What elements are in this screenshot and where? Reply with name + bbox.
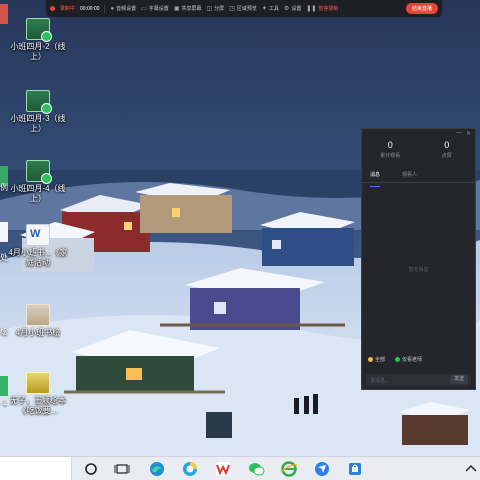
screen-icon: ▣ — [173, 6, 180, 12]
edge-browser-icon[interactable] — [148, 460, 166, 478]
tools-icon: ✦ — [261, 6, 267, 12]
tab-messages[interactable]: 消息 — [370, 171, 381, 187]
caption-icon: ▭ — [141, 6, 147, 12]
desktop-icon-doc-april[interactable]: 4月小班书...《家庭活动 — [6, 224, 70, 268]
wechat-icon[interactable] — [247, 460, 265, 478]
stat-total-views: 0 累计观看 — [362, 139, 419, 167]
settings-button[interactable]: ⚙ 设置 — [284, 5, 301, 12]
split-icon: ◫ — [206, 6, 213, 12]
panel-stats: 0 累计观看 0 点赞 — [362, 139, 475, 167]
rec-item-label: 暂停录制 — [318, 6, 339, 12]
rec-item-label: 工具 — [268, 6, 279, 12]
feishu-icon[interactable] — [313, 460, 331, 478]
filter-all-option[interactable]: 全部 — [368, 356, 385, 363]
radio-icon — [368, 357, 373, 362]
recording-dot-icon — [50, 6, 55, 11]
desktop-icon-pic-april[interactable]: 4月小班书绘 — [6, 304, 70, 338]
region-icon: ◳ — [229, 6, 235, 12]
recording-toolbar: 录制中 00:00:00 ● 音频设置 ▭ 字幕设置 ▣ 共享屏幕 ◫ 分屏 ◳ 区域预览… — [46, 0, 442, 17]
desktop-icon-wechat-shot-4[interactable]: 小班四月-4（线上） — [6, 160, 70, 204]
desktop-icon-label: 小班四月-2（线上） — [10, 42, 66, 61]
share-screen-button[interactable]: ▣ 共享屏幕 — [174, 5, 202, 12]
live-chat-panel: — ✕ 0 累计观看 0 点赞 消息 观看人 暂无消息 全部 仅看老师 发消息.… — [361, 128, 476, 390]
desktop-icon-wechat-shot-3[interactable]: 小班四月-3（线上） — [6, 90, 70, 134]
image-file-icon — [26, 372, 50, 394]
desktop-icon-label: 小班四月-3（线上） — [10, 114, 66, 133]
app-store-icon[interactable] — [346, 460, 364, 478]
chevron-up-icon[interactable] — [462, 460, 480, 478]
taskbar — [0, 456, 480, 480]
image-file-icon — [26, 304, 50, 326]
gear-icon: ⚙ — [283, 6, 290, 12]
empty-messages-text: 暂无消息 — [408, 267, 429, 273]
caption-settings-button[interactable]: ▭ 字幕设置 — [141, 5, 169, 12]
screenshot-icon — [26, 160, 52, 184]
audio-settings-button[interactable]: ● 音频设置 — [110, 5, 137, 13]
rec-item-label: 设置 — [291, 6, 302, 12]
desktop-icon-wechat-shot-2[interactable]: 小班四月-2（线上） — [6, 18, 70, 62]
rec-item-label: 分屏 — [214, 6, 225, 12]
desktop-icon-label: 无子，王颖绘本《吃饭要... — [10, 396, 66, 415]
cortana-icon[interactable] — [82, 460, 100, 478]
desktop-icon-label: 小班四月-4（线上） — [10, 184, 66, 203]
send-button[interactable]: 发送 — [449, 375, 468, 384]
word-doc-icon — [26, 224, 50, 246]
rec-item-label: 音频设置 — [116, 6, 137, 12]
filter-teacher-option[interactable]: 仅看老师 — [395, 356, 422, 363]
message-input-placeholder: 发消息... — [370, 378, 390, 384]
minimize-icon[interactable]: — — [456, 130, 462, 138]
task-view-icon[interactable] — [113, 460, 131, 478]
rec-item-label: 字幕设置 — [148, 6, 169, 12]
screenshot-icon — [26, 18, 52, 42]
panel-window-controls: — ✕ — [362, 129, 475, 139]
recording-status: 录制中 — [60, 6, 76, 12]
pause-icon: ❚❚ — [306, 6, 317, 12]
mic-icon: ● — [110, 5, 115, 12]
end-live-button[interactable]: 结束直播 — [405, 3, 438, 14]
tab-viewers[interactable]: 观看人 — [402, 171, 417, 182]
ie-browser-icon[interactable] — [280, 460, 298, 478]
stat-value: 0 — [387, 140, 393, 150]
radio-icon — [395, 357, 401, 362]
desktop-icon-label: 4月小班书绘 — [15, 328, 61, 337]
rec-item-label: 区域预览 — [236, 6, 257, 12]
stat-likes: 0 点赞 — [419, 139, 476, 167]
rec-item-label: 共享屏幕 — [181, 6, 202, 12]
region-preview-button[interactable]: ◳ 区域预览 — [229, 5, 257, 12]
taskbar-search-box[interactable] — [0, 457, 72, 480]
stat-label: 累计观看 — [380, 153, 401, 159]
stat-value: 0 — [444, 140, 450, 150]
message-input[interactable]: 发消息... 发送 — [366, 374, 471, 386]
360-browser-icon[interactable] — [181, 460, 199, 478]
divider — [104, 4, 106, 13]
recording-time: 00:00:00 — [80, 5, 100, 12]
desktop-icon-label: 4月小班书...《家庭活动 — [8, 248, 68, 267]
wps-icon[interactable] — [214, 460, 232, 478]
split-screen-button[interactable]: ◫ 分屏 — [207, 5, 225, 12]
tools-button[interactable]: ✦ 工具 — [262, 5, 279, 12]
message-filter-options: 全部 仅看老师 — [368, 356, 422, 363]
option-label: 仅看老师 — [402, 357, 423, 363]
screenshot-icon — [26, 90, 52, 114]
close-icon[interactable]: ✕ — [466, 130, 471, 138]
desktop-icon-pic-wangyi[interactable]: 无子，王颖绘本《吃饭要... — [6, 372, 70, 416]
stat-label: 点赞 — [441, 153, 452, 159]
pause-recording-button[interactable]: ❚❚ 暂停录制 — [306, 5, 338, 12]
option-label: 全部 — [375, 357, 386, 363]
panel-tabs: 消息 观看人 — [362, 167, 475, 187]
